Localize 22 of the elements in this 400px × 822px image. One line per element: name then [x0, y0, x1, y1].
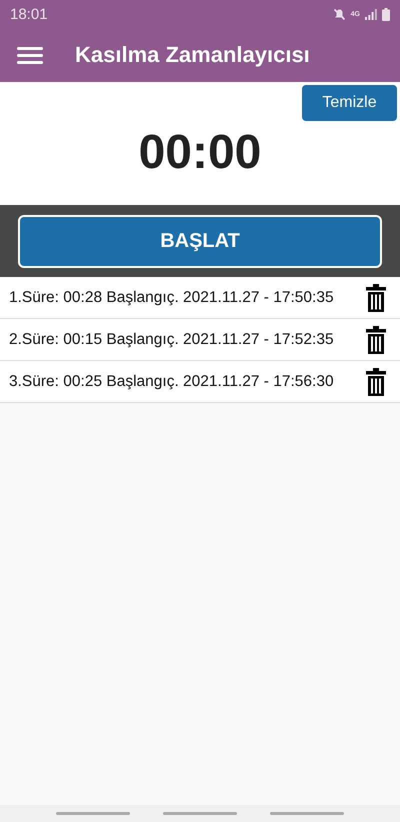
timer-display: 00:00 — [138, 125, 262, 180]
clear-button[interactable]: Temizle — [302, 85, 397, 121]
nav-handle[interactable] — [270, 812, 344, 815]
menu-button[interactable] — [17, 46, 43, 64]
record-text: 1.Süre: 00:28 Başlangıç. 2021.11.27 - 17:50:35 — [9, 288, 334, 306]
mute-icon — [332, 8, 346, 20]
trash-icon — [366, 368, 386, 396]
delete-button[interactable] — [366, 368, 386, 396]
record-text: 2.Süre: 00:15 Başlangıç. 2021.11.27 - 17:52:35 — [9, 330, 334, 348]
delete-button[interactable] — [366, 326, 386, 354]
nav-handle[interactable] — [56, 812, 130, 815]
signal-icon — [365, 8, 377, 20]
app-title: Kasılma Zamanlayıcısı — [75, 42, 310, 68]
status-time: 18:01 — [10, 6, 48, 22]
trash-icon — [366, 326, 386, 354]
menu-icon — [17, 46, 43, 64]
delete-button[interactable] — [366, 284, 386, 312]
battery-icon — [382, 8, 390, 20]
start-button[interactable]: BAŞLAT — [18, 214, 382, 268]
nav-handle[interactable] — [162, 812, 237, 815]
record-text: 3.Süre: 00:25 Başlangıç. 2021.11.27 - 17:56:30 — [9, 372, 334, 390]
trash-icon — [366, 284, 386, 312]
